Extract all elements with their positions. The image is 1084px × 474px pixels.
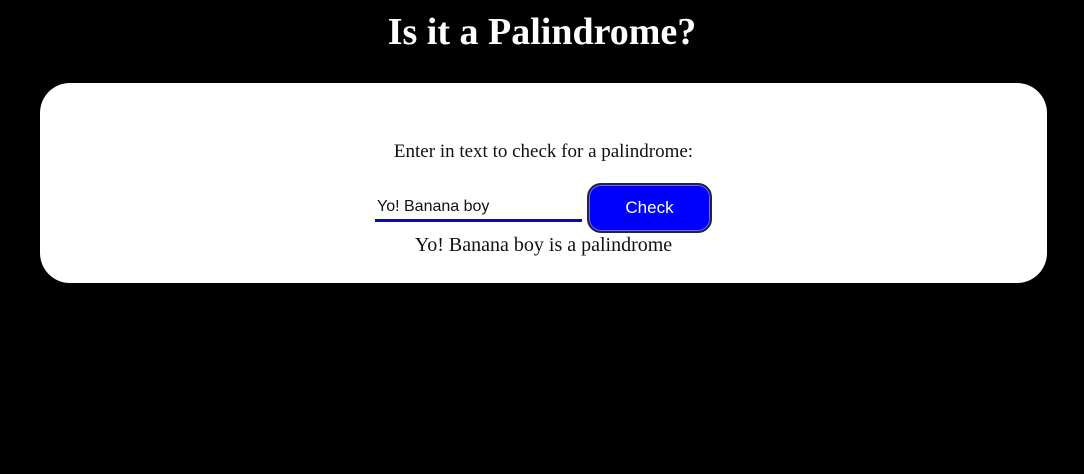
text-input[interactable]	[375, 195, 582, 222]
check-button[interactable]: Check	[587, 183, 712, 233]
page-title: Is it a Palindrome?	[387, 11, 697, 53]
palindrome-card: Enter in text to check for a palindrome:…	[40, 83, 1047, 283]
result-text: Yo! Banana boy is a palindrome	[414, 234, 673, 256]
input-prompt: Enter in text to check for a palindrome:	[393, 141, 694, 162]
